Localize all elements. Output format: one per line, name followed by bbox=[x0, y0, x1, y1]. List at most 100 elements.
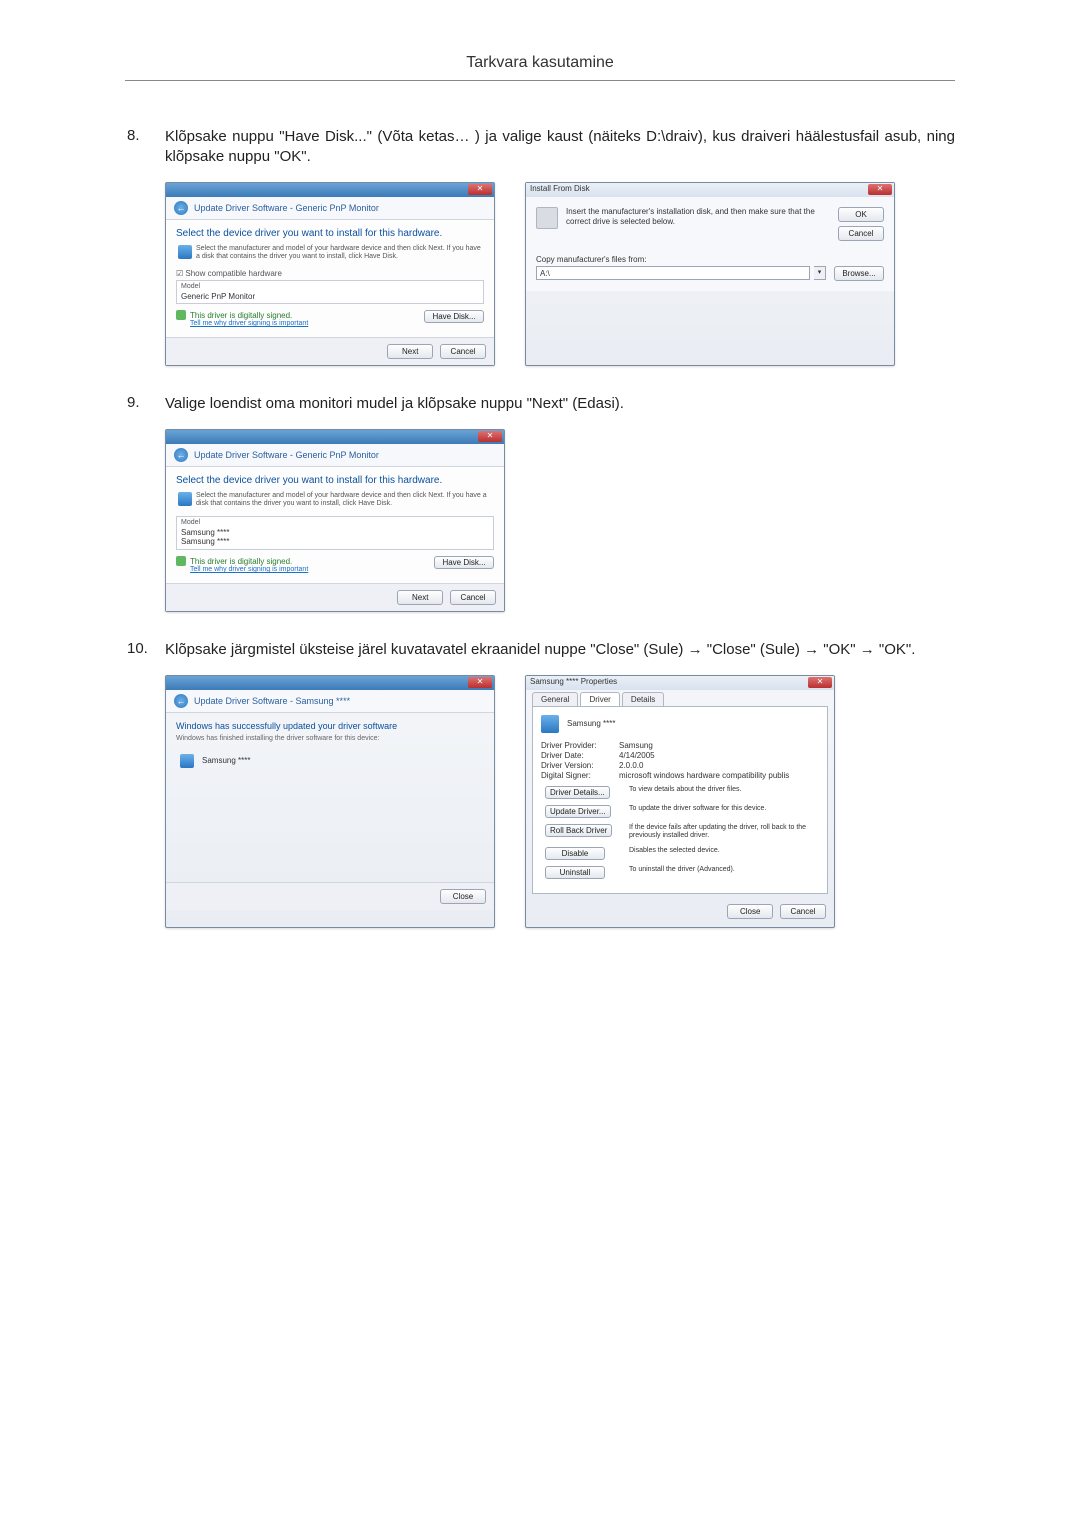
step-9-text: Valige loendist oma monitori mudel ja kl… bbox=[165, 394, 955, 414]
model-list-header: Model bbox=[181, 519, 489, 526]
path-input[interactable]: A:\ bbox=[536, 266, 810, 280]
browse-button[interactable]: Browse... bbox=[834, 266, 884, 281]
breadcrumb-text: Update Driver Software - Generic PnP Mon… bbox=[194, 203, 379, 213]
signer-key: Digital Signer: bbox=[541, 771, 619, 780]
monitor-icon bbox=[180, 754, 194, 768]
titlebar-text: Samsung **** Properties bbox=[530, 677, 617, 686]
close-icon[interactable]: ✕ bbox=[868, 184, 892, 195]
step-8-text: Klõpsake nuppu "Have Disk..." (Võta keta… bbox=[165, 127, 955, 168]
provider-value: Samsung bbox=[619, 741, 653, 750]
update-success-dialog: ✕ ← Update Driver Software - Samsung ***… bbox=[165, 675, 495, 929]
update-driver-button[interactable]: Update Driver... bbox=[545, 805, 611, 818]
titlebar: ✕ bbox=[166, 183, 494, 197]
update-driver-dialog-9: ✕ ← Update Driver Software - Generic PnP… bbox=[165, 429, 505, 613]
installed-device-name: Samsung **** bbox=[202, 756, 250, 765]
driver-details-desc: To view details about the driver files. bbox=[629, 786, 819, 795]
next-button[interactable]: Next bbox=[397, 590, 443, 605]
ok-button[interactable]: OK bbox=[838, 207, 884, 222]
step-9: 9. Valige loendist oma monitori mudel ja… bbox=[125, 394, 955, 414]
instruction-text: Insert the manufacturer's installation d… bbox=[566, 207, 826, 241]
signed-text: This driver is digitally signed. bbox=[190, 311, 292, 320]
close-icon[interactable]: ✕ bbox=[468, 184, 492, 195]
shield-icon bbox=[176, 310, 186, 320]
rollback-driver-button[interactable]: Roll Back Driver bbox=[545, 824, 612, 837]
model-item-1[interactable]: Samsung **** bbox=[181, 528, 489, 537]
show-compatible-checkbox[interactable]: ☑ Show compatible hardware bbox=[176, 269, 484, 278]
step-10-number: 10. bbox=[125, 640, 165, 660]
uninstall-button[interactable]: Uninstall bbox=[545, 866, 605, 879]
update-driver-desc: To update the driver software for this d… bbox=[629, 805, 819, 814]
step-9-number: 9. bbox=[125, 394, 165, 414]
shield-icon bbox=[176, 556, 186, 566]
breadcrumb-text: Update Driver Software - Samsung **** bbox=[194, 696, 350, 706]
tab-details[interactable]: Details bbox=[622, 692, 664, 706]
tab-driver[interactable]: Driver bbox=[580, 692, 619, 706]
model-item[interactable]: Generic PnP Monitor bbox=[181, 292, 479, 301]
breadcrumb: ← Update Driver Software - Samsung **** bbox=[166, 690, 494, 713]
back-icon[interactable]: ← bbox=[174, 448, 188, 462]
step-8: 8. Klõpsake nuppu "Have Disk..." (Võta k… bbox=[125, 127, 955, 168]
date-key: Driver Date: bbox=[541, 751, 619, 760]
disk-icon bbox=[536, 207, 558, 229]
step-10: 10. Klõpsake järgmistel üksteise järel k… bbox=[125, 640, 955, 660]
cancel-button[interactable]: Cancel bbox=[838, 226, 884, 241]
monitor-icon bbox=[541, 715, 559, 733]
have-disk-button[interactable]: Have Disk... bbox=[424, 310, 484, 323]
dropdown-icon[interactable]: ▾ bbox=[814, 266, 826, 280]
titlebar: Samsung **** Properties ✕ bbox=[526, 676, 834, 690]
cancel-button[interactable]: Cancel bbox=[780, 904, 826, 919]
provider-key: Driver Provider: bbox=[541, 741, 619, 750]
version-key: Driver Version: bbox=[541, 761, 619, 770]
tab-general[interactable]: General bbox=[532, 692, 578, 706]
success-heading: Windows has successfully updated your dr… bbox=[166, 713, 494, 735]
disable-button[interactable]: Disable bbox=[545, 847, 605, 860]
close-icon[interactable]: ✕ bbox=[808, 677, 832, 688]
close-icon[interactable]: ✕ bbox=[478, 431, 502, 442]
titlebar-text: Install From Disk bbox=[530, 184, 590, 193]
model-list-header: Model bbox=[181, 283, 479, 290]
page-header: Tarkvara kasutamine bbox=[125, 54, 955, 81]
uninstall-desc: To uninstall the driver (Advanced). bbox=[629, 866, 819, 875]
close-button[interactable]: Close bbox=[440, 889, 486, 904]
titlebar: ✕ bbox=[166, 430, 504, 444]
device-properties-dialog: Samsung **** Properties ✕ General Driver… bbox=[525, 675, 835, 929]
tellme-link[interactable]: Tell me why driver signing is important bbox=[190, 566, 308, 573]
cancel-button[interactable]: Cancel bbox=[440, 344, 486, 359]
breadcrumb-text: Update Driver Software - Generic PnP Mon… bbox=[194, 450, 379, 460]
signed-label: This driver is digitally signed. bbox=[176, 556, 308, 566]
titlebar: ✕ bbox=[166, 676, 494, 690]
driver-details-button[interactable]: Driver Details... bbox=[545, 786, 610, 799]
step-9-figures: ✕ ← Update Driver Software - Generic PnP… bbox=[165, 429, 955, 613]
dialog-subtext: Select the manufacturer and model of you… bbox=[196, 492, 494, 509]
device-name: Samsung **** bbox=[567, 719, 615, 728]
tellme-link[interactable]: Tell me why driver signing is important bbox=[190, 320, 308, 327]
date-value: 4/14/2005 bbox=[619, 751, 655, 760]
version-value: 2.0.0.0 bbox=[619, 761, 643, 770]
step-10-text: Klõpsake järgmistel üksteise järel kuvat… bbox=[165, 640, 955, 660]
step-8-number: 8. bbox=[125, 127, 165, 168]
close-icon[interactable]: ✕ bbox=[468, 677, 492, 688]
signed-text: This driver is digitally signed. bbox=[190, 557, 292, 566]
back-icon[interactable]: ← bbox=[174, 201, 188, 215]
rollback-driver-desc: If the device fails after updating the d… bbox=[629, 824, 819, 842]
signed-label: This driver is digitally signed. bbox=[176, 310, 308, 320]
dialog-heading: Select the device driver you want to ins… bbox=[176, 475, 494, 486]
dialog-heading: Select the device driver you want to ins… bbox=[176, 228, 484, 239]
signer-value: microsoft windows hardware compatibility… bbox=[619, 771, 789, 780]
model-item-2[interactable]: Samsung **** bbox=[181, 537, 489, 546]
have-disk-button[interactable]: Have Disk... bbox=[434, 556, 494, 569]
disable-desc: Disables the selected device. bbox=[629, 847, 819, 856]
close-button[interactable]: Close bbox=[727, 904, 773, 919]
dialog-subtext: Select the manufacturer and model of you… bbox=[196, 245, 484, 262]
breadcrumb: ← Update Driver Software - Generic PnP M… bbox=[166, 197, 494, 220]
next-button[interactable]: Next bbox=[387, 344, 433, 359]
model-list[interactable]: Model Generic PnP Monitor bbox=[176, 280, 484, 304]
update-driver-dialog-8: ✕ ← Update Driver Software - Generic PnP… bbox=[165, 182, 495, 367]
step-10-figures: ✕ ← Update Driver Software - Samsung ***… bbox=[165, 675, 955, 929]
installed-device-row: Samsung **** bbox=[166, 750, 494, 772]
back-icon[interactable]: ← bbox=[174, 694, 188, 708]
model-list[interactable]: Model Samsung **** Samsung **** bbox=[176, 516, 494, 550]
cancel-button[interactable]: Cancel bbox=[450, 590, 496, 605]
titlebar: Install From Disk ✕ bbox=[526, 183, 894, 197]
step-8-figures: ✕ ← Update Driver Software - Generic PnP… bbox=[165, 182, 955, 367]
